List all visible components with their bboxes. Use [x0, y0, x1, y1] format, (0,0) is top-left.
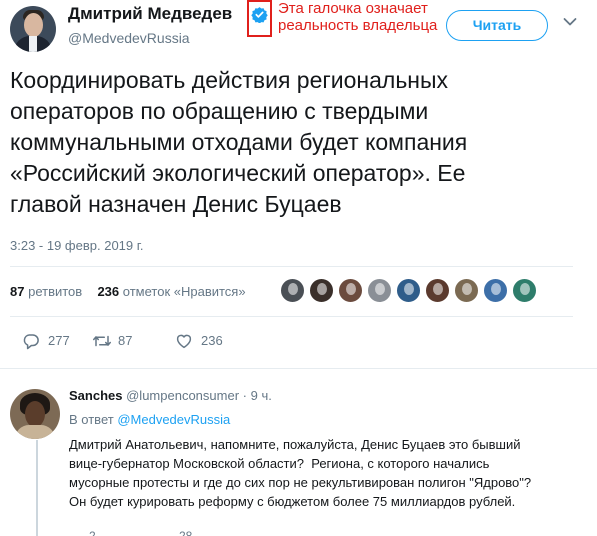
heart-icon: [176, 334, 192, 349]
reply-context: В ответ @MedvedevRussia: [69, 412, 230, 427]
liker-avatar[interactable]: [483, 278, 508, 303]
reply-reply-count[interactable]: 2: [89, 529, 96, 536]
tweet-timestamp[interactable]: 3:23 - 19 февр. 2019 г.: [10, 238, 144, 253]
likes-count[interactable]: 236: [97, 284, 119, 299]
avatar-face: [24, 13, 43, 37]
liker-avatar[interactable]: [367, 278, 392, 303]
author-handle[interactable]: @MedvedevRussia: [68, 30, 190, 46]
divider: [10, 316, 573, 317]
liker-avatar[interactable]: [309, 278, 334, 303]
reply-icon: [23, 334, 39, 350]
avatar-shirt: [29, 36, 37, 52]
likes-label[interactable]: отметок «Нравится»: [123, 284, 246, 299]
retweet-icon: [93, 335, 111, 347]
liker-avatar[interactable]: [512, 278, 537, 303]
follow-button[interactable]: Читать: [446, 10, 548, 41]
liker-avatar[interactable]: [396, 278, 421, 303]
retweet-count: 87: [118, 333, 133, 348]
liker-avatar[interactable]: [280, 278, 305, 303]
retweets-label[interactable]: ретвитов: [28, 284, 82, 299]
tweet-stats: 87 ретвитов 236 отметок «Нравится»: [10, 284, 246, 299]
annotation-text: Эта галочка означает реальность владельц…: [278, 0, 438, 34]
reply-time[interactable]: · 9 ч.: [243, 388, 272, 403]
like-count: 236: [201, 333, 223, 348]
liker-avatar[interactable]: [338, 278, 363, 303]
thread-line: [36, 440, 38, 536]
retweets-count[interactable]: 87: [10, 284, 24, 299]
author-avatar[interactable]: [10, 6, 56, 52]
reply-to-mention[interactable]: @MedvedevRussia: [117, 412, 230, 427]
reply-author-avatar[interactable]: [10, 389, 60, 439]
liker-avatar[interactable]: [425, 278, 450, 303]
reply-author-handle[interactable]: @lumpenconsumer: [126, 388, 239, 403]
annotation-highlight-box: [247, 0, 272, 37]
chevron-down-icon[interactable]: [563, 17, 577, 27]
reply-to-label: В ответ: [69, 412, 114, 427]
liker-avatar[interactable]: [454, 278, 479, 303]
avatar-shirt: [15, 425, 55, 439]
author-name[interactable]: Дмитрий Медведев: [68, 4, 232, 24]
avatar-face: [25, 401, 45, 427]
reply-author-name[interactable]: Sanches: [69, 388, 122, 403]
reply-count: 277: [48, 333, 70, 348]
divider: [10, 266, 573, 267]
reply-text: Дмитрий Анатольевич, напомните, пожалуйс…: [69, 437, 532, 509]
divider: [0, 368, 597, 369]
reply-retweet-count[interactable]: 28: [179, 529, 192, 536]
reply-header: Sanches @lumpenconsumer · 9 ч.: [69, 388, 272, 403]
tweet-text: Координировать действия региональных опе…: [10, 67, 468, 217]
